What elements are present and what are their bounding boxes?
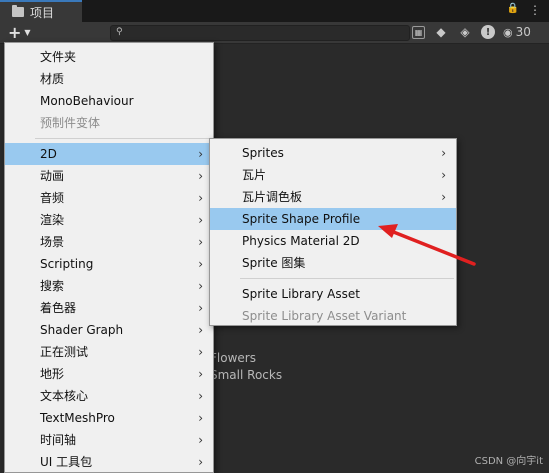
- chevron-right-icon: ›: [441, 190, 446, 204]
- warning-icon[interactable]: !: [481, 25, 495, 39]
- chevron-right-icon: ›: [198, 235, 203, 249]
- menu1-item-label: MonoBehaviour: [40, 94, 134, 108]
- menu1-item-label: 地形: [40, 367, 65, 381]
- window-tab-bar: 项目 🔒 ⋮: [0, 0, 549, 23]
- chevron-right-icon: ›: [198, 389, 203, 403]
- chevron-right-icon: ›: [441, 168, 446, 182]
- menu1-item[interactable]: 渲染 ›: [5, 209, 213, 231]
- chevron-right-icon: ›: [198, 455, 203, 469]
- menu2-item-label: Sprites: [242, 146, 284, 160]
- menu1-item[interactable]: MonoBehaviour: [5, 90, 213, 112]
- menu1-item-label: 时间轴: [40, 433, 77, 447]
- menu1-item-label: Shader Graph: [40, 323, 124, 337]
- visibility-count: 30: [515, 25, 531, 39]
- chevron-right-icon: ›: [198, 257, 203, 271]
- chevron-right-icon: ›: [198, 213, 203, 227]
- plus-icon: +: [8, 23, 22, 42]
- lock-icon[interactable]: 🔒: [507, 3, 519, 17]
- menu2-item-label: Sprite 图集: [242, 256, 306, 270]
- menu1-item-label: 正在测试: [40, 345, 89, 359]
- menu1-item[interactable]: Shader Graph ›: [5, 319, 213, 341]
- menu1-item[interactable]: 时间轴 ›: [5, 429, 213, 451]
- menu1-item[interactable]: 文件夹: [5, 46, 213, 68]
- search-icon: ⚲: [116, 27, 123, 37]
- submenu-2d: Sprites › 瓦片 › 瓦片调色板 › Sprite Shape Profile Phy…: [209, 138, 457, 326]
- menu1-item[interactable]: 正在测试 ›: [5, 341, 213, 363]
- menu2-item-label: Sprite Library Asset: [242, 287, 360, 301]
- menu1-item-label: 文件夹: [40, 50, 77, 64]
- create-context-menu: 文件夹 材质 MonoBehaviour 预制件变体 2D › 动画 › 音频 › 渲染 › 场景 › Sc…: [4, 42, 214, 473]
- search-input[interactable]: ⚲: [110, 25, 410, 41]
- chevron-right-icon: ›: [198, 345, 203, 359]
- menu1-item-label: 场景: [40, 235, 65, 249]
- label-tag-icon[interactable]: ◈: [457, 24, 473, 40]
- menu1-item-label: TextMeshPro: [40, 411, 115, 425]
- menu1-item[interactable]: UI 工具包 ›: [5, 451, 213, 473]
- watermark: CSDN @向宇it: [474, 456, 543, 467]
- menu1-item-label: 着色器: [40, 301, 77, 315]
- menu1-item-label: 文本核心: [40, 389, 89, 403]
- menu2-item[interactable]: Sprites ›: [210, 142, 456, 164]
- menu1-item-label: 预制件变体: [40, 116, 101, 130]
- menu1-item: 预制件变体: [5, 112, 213, 134]
- chevron-right-icon: ›: [198, 147, 203, 161]
- eye-icon: ◉: [503, 25, 513, 39]
- menu1-item[interactable]: 2D ›: [5, 143, 213, 165]
- chevron-right-icon: ›: [198, 323, 203, 337]
- chevron-right-icon: ›: [198, 301, 203, 315]
- chevron-right-icon: ›: [198, 191, 203, 205]
- asset-item[interactable]: Flowers: [210, 351, 256, 365]
- chevron-right-icon: ›: [441, 146, 446, 160]
- menu2-item[interactable]: 瓦片调色板 ›: [210, 186, 456, 208]
- tab-project[interactable]: 项目: [0, 0, 82, 22]
- chevron-right-icon: ›: [198, 169, 203, 183]
- menu2-item[interactable]: Sprite Library Asset: [210, 283, 456, 305]
- menu-separator: [240, 278, 454, 279]
- menu1-item[interactable]: TextMeshPro ›: [5, 407, 213, 429]
- more-options-icon[interactable]: ⋮: [529, 3, 541, 17]
- menu1-item-label: 材质: [40, 72, 65, 86]
- menu1-item-label: 音频: [40, 191, 65, 205]
- menu1-item[interactable]: 文本核心 ›: [5, 385, 213, 407]
- menu1-item[interactable]: 场景 ›: [5, 231, 213, 253]
- menu2-item-label: Sprite Shape Profile: [242, 212, 361, 226]
- menu1-item-label: UI 工具包: [40, 455, 93, 469]
- menu2-item-label: Sprite Library Asset Variant: [242, 309, 407, 323]
- menu1-item[interactable]: 材质: [5, 68, 213, 90]
- asset-item[interactable]: Small Rocks: [210, 368, 282, 382]
- menu1-item[interactable]: 地形 ›: [5, 363, 213, 385]
- visibility-toggle[interactable]: ◉ 30: [503, 25, 531, 39]
- menu1-item-label: Scripting: [40, 257, 94, 271]
- menu1-item[interactable]: 音频 ›: [5, 187, 213, 209]
- chevron-right-icon: ›: [198, 279, 203, 293]
- chevron-right-icon: ›: [198, 433, 203, 447]
- chevron-right-icon: ›: [198, 411, 203, 425]
- project-toolbar: + ▼ ⚲ ▦ ◆ ◈ ! ◉ 30: [0, 22, 549, 44]
- menu1-item-label: 2D: [40, 147, 57, 161]
- menu2-item: Sprite Library Asset Variant: [210, 305, 456, 327]
- menu2-item[interactable]: 瓦片 ›: [210, 164, 456, 186]
- menu2-item-label: 瓦片: [242, 168, 267, 182]
- create-button[interactable]: + ▼: [8, 23, 38, 42]
- chevron-right-icon: ›: [198, 367, 203, 381]
- menu1-item-label: 渲染: [40, 213, 65, 227]
- menu2-item[interactable]: Physics Material 2D: [210, 230, 456, 252]
- folder-icon: [12, 5, 24, 17]
- menu1-item-label: 动画: [40, 169, 65, 183]
- menu2-item[interactable]: Sprite Shape Profile: [210, 208, 456, 230]
- menu2-item-label: Physics Material 2D: [242, 234, 360, 248]
- dropdown-arrow-icon: ▼: [24, 28, 31, 37]
- menu1-item-label: 搜索: [40, 279, 65, 293]
- menu-separator: [35, 138, 211, 139]
- menu2-item[interactable]: Sprite 图集: [210, 252, 456, 274]
- menu1-item[interactable]: Scripting ›: [5, 253, 213, 275]
- tab-title: 项目: [30, 5, 55, 20]
- menu1-item[interactable]: 动画 ›: [5, 165, 213, 187]
- menu1-item[interactable]: 搜索 ›: [5, 275, 213, 297]
- menu2-item-label: 瓦片调色板: [242, 190, 303, 204]
- search-by-type-icon[interactable]: ▦: [412, 25, 425, 39]
- filter-by-type-icon[interactable]: ◆: [433, 24, 449, 40]
- menu1-item[interactable]: 着色器 ›: [5, 297, 213, 319]
